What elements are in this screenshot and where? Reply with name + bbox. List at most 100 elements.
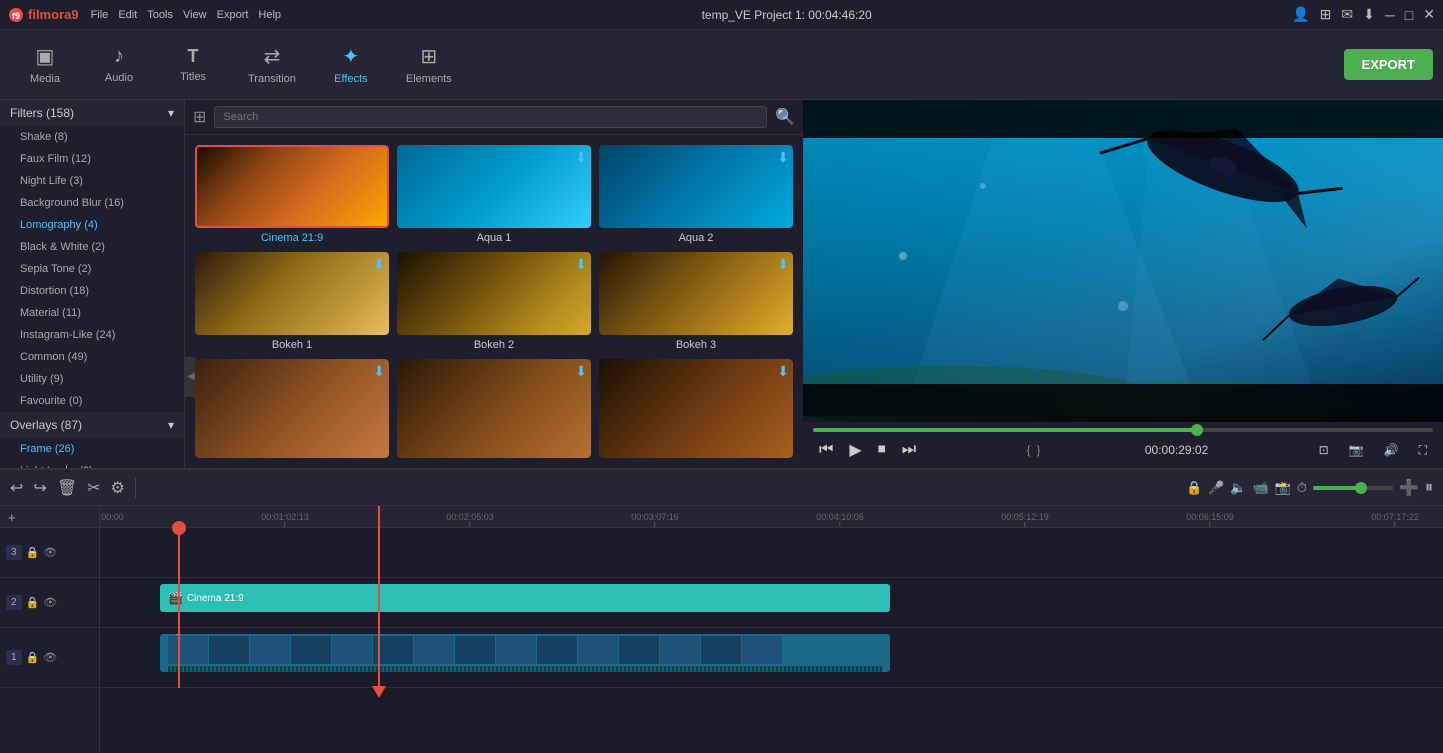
- track-label-1: 1 🔒 👁: [0, 628, 99, 688]
- media-icon: ▣: [36, 44, 55, 69]
- toolbar-transition[interactable]: ⇄ Transition: [232, 38, 312, 91]
- layout-icon[interactable]: ⊞: [1320, 6, 1332, 23]
- effect-cinema21[interactable]: Cinema 21:9: [195, 145, 389, 244]
- stop-button[interactable]: ⏹: [872, 439, 892, 461]
- add-track-button[interactable]: ➕: [1399, 478, 1419, 498]
- sidebar-item-material[interactable]: Material (11): [0, 302, 184, 324]
- toolbar-media[interactable]: ▣ Media: [10, 38, 80, 91]
- cut-button[interactable]: ✂: [87, 478, 100, 498]
- sidebar-item-bgblur[interactable]: Background Blur (16): [0, 192, 184, 214]
- undo-button[interactable]: ↩: [10, 478, 23, 498]
- minimize-icon[interactable]: ─: [1385, 7, 1395, 23]
- timer-icon[interactable]: ⏱: [1297, 480, 1307, 496]
- track-3-lock[interactable]: 🔒: [26, 546, 40, 559]
- menu-help[interactable]: Help: [258, 9, 281, 21]
- menu-tools[interactable]: Tools: [147, 9, 173, 21]
- sidebar-item-fauxfilm[interactable]: Faux Film (12): [0, 148, 184, 170]
- sidebar-item-blackwhite[interactable]: Black & White (2): [0, 236, 184, 258]
- sidebar-item-shake[interactable]: Shake (8): [0, 126, 184, 148]
- effect-bokeh1[interactable]: ⬇ Bokeh 1: [195, 252, 389, 351]
- project-title: temp_VE Project 1: 00:04:46:20: [702, 8, 872, 22]
- download-icon[interactable]: ⬇: [1363, 6, 1375, 23]
- sidebar-item-instagram[interactable]: Instagram-Like (24): [0, 324, 184, 346]
- effect-row3a[interactable]: ⬇: [195, 359, 389, 458]
- pause-tracks-button[interactable]: ⏸: [1425, 479, 1433, 497]
- mail-icon[interactable]: ✉: [1341, 6, 1353, 23]
- zoom-fill: [1313, 486, 1361, 490]
- track-2-lock[interactable]: 🔒: [26, 596, 40, 609]
- title-bar-left: f9 filmora9 File Edit Tools View Export …: [8, 7, 281, 23]
- effect-aqua1[interactable]: ⬇ Aqua 1: [397, 145, 591, 244]
- preview-area: ⏮ ▶ ⏹ ⏭ { } 00:00:29:02 ⊡ 📷 🔊 ⛶: [803, 100, 1443, 468]
- sidebar-item-distortion[interactable]: Distortion (18): [0, 280, 184, 302]
- sidebar-item-favourite[interactable]: Favourite (0): [0, 390, 184, 412]
- sidebar-item-common[interactable]: Common (49): [0, 346, 184, 368]
- video-icon[interactable]: 📹: [1253, 480, 1269, 496]
- effect-bokeh3[interactable]: ⬇ Bokeh 3: [599, 252, 793, 351]
- prev-frame-button[interactable]: ⏮: [813, 439, 839, 461]
- settings-button[interactable]: ⚙: [111, 478, 125, 498]
- toolbar-elements[interactable]: ⊞ Elements: [390, 38, 468, 91]
- grid-view-icon[interactable]: ⊞: [193, 107, 206, 127]
- effect-name-cinema21: Cinema 21:9: [261, 232, 323, 244]
- next-frame-button[interactable]: ⏭: [896, 439, 922, 461]
- video-clip[interactable]: My Video1: [160, 634, 890, 672]
- volume-button[interactable]: 🔊: [1378, 441, 1405, 459]
- export-button[interactable]: EXPORT: [1344, 49, 1433, 80]
- menu-export[interactable]: Export: [217, 9, 249, 21]
- snapshot2-icon[interactable]: 📸: [1275, 480, 1291, 496]
- search-icon[interactable]: 🔍: [775, 107, 795, 127]
- menu-file[interactable]: File: [91, 9, 109, 21]
- window-controls: 👤 ⊞ ✉ ⬇ ─ □ ✕: [1292, 6, 1435, 23]
- mic-icon[interactable]: 🎤: [1208, 480, 1224, 496]
- aspect-ratio-button[interactable]: ⊡: [1313, 441, 1335, 459]
- progress-bar[interactable]: [813, 428, 1433, 432]
- timeline-area: ↩ ↪ 🗑 ✂ ⚙ 🔒 🎤 🔈 📹 📸 ⏱ ➕ ⏸ + 3: [0, 468, 1443, 753]
- track-2-eye[interactable]: 👁: [43, 596, 57, 609]
- effect-clip[interactable]: 🎬 Cinema 21:9: [160, 584, 890, 612]
- ruler-tick-0: 00:00:00:00: [100, 512, 124, 527]
- redo-button[interactable]: ↪: [33, 478, 46, 498]
- play-button[interactable]: ▶: [843, 438, 867, 462]
- effect-name-aqua1: Aqua 1: [477, 232, 512, 244]
- delete-button[interactable]: 🗑: [57, 478, 77, 498]
- add-media-button[interactable]: +: [0, 506, 24, 529]
- sidebar-item-utility[interactable]: Utility (9): [0, 368, 184, 390]
- playhead[interactable]: [178, 528, 180, 688]
- lock-icon[interactable]: 🔒: [1186, 480, 1202, 496]
- toolbar-titles[interactable]: T Titles: [158, 40, 228, 89]
- menu-view[interactable]: View: [183, 9, 207, 21]
- preview-svg: [803, 100, 1443, 422]
- sidebar-item-nightlife[interactable]: Night Life (3): [0, 170, 184, 192]
- fullscreen-button[interactable]: ⛶: [1413, 441, 1433, 460]
- toolbar-audio[interactable]: ♪ Audio: [84, 39, 154, 90]
- effect-thumbnail-row3b: ⬇: [397, 359, 591, 458]
- effect-aqua2[interactable]: ⬇ Aqua 2: [599, 145, 793, 244]
- track-labels: + 3 🔒 👁 2 🔒 👁 1 🔒 👁: [0, 506, 100, 753]
- sidebar-item-lomography[interactable]: Lomography (4): [0, 214, 184, 236]
- maximize-icon[interactable]: □: [1405, 7, 1413, 23]
- effect-row3c[interactable]: ⬇: [599, 359, 793, 458]
- sidebar-item-sepiatone[interactable]: Sepia Tone (2): [0, 258, 184, 280]
- bracket-left: {: [1026, 443, 1030, 457]
- effect-bokeh2[interactable]: ⬇ Bokeh 2: [397, 252, 591, 351]
- close-icon[interactable]: ✕: [1423, 6, 1435, 23]
- drag-arrow: [378, 506, 380, 688]
- toolbar-effects[interactable]: ✦ Effects: [316, 38, 386, 91]
- film-frame: [332, 636, 372, 664]
- track-1-lock[interactable]: 🔒: [26, 651, 40, 664]
- track-1-eye[interactable]: 👁: [43, 651, 57, 664]
- menu-edit[interactable]: Edit: [118, 9, 137, 21]
- track-3-eye[interactable]: 👁: [43, 546, 57, 559]
- overlays-header[interactable]: Overlays (87) ▾: [0, 412, 184, 438]
- effect-row3b[interactable]: ⬇: [397, 359, 591, 458]
- snapshot-button[interactable]: 📷: [1343, 441, 1370, 459]
- filters-header[interactable]: Filters (158) ▾: [0, 100, 184, 126]
- sidebar-item-frame[interactable]: Frame (26): [0, 438, 184, 460]
- timeline-ruler: 00:00:00:00 00:01:02:13 00:02:05:03 00:0…: [100, 506, 1443, 528]
- voice-icon[interactable]: 🔈: [1230, 480, 1246, 496]
- search-input[interactable]: [214, 106, 767, 128]
- user-icon[interactable]: 👤: [1292, 6, 1309, 23]
- zoom-slider[interactable]: [1313, 486, 1393, 490]
- sidebar-item-lightleaks[interactable]: Light Leaks (8): [0, 460, 184, 468]
